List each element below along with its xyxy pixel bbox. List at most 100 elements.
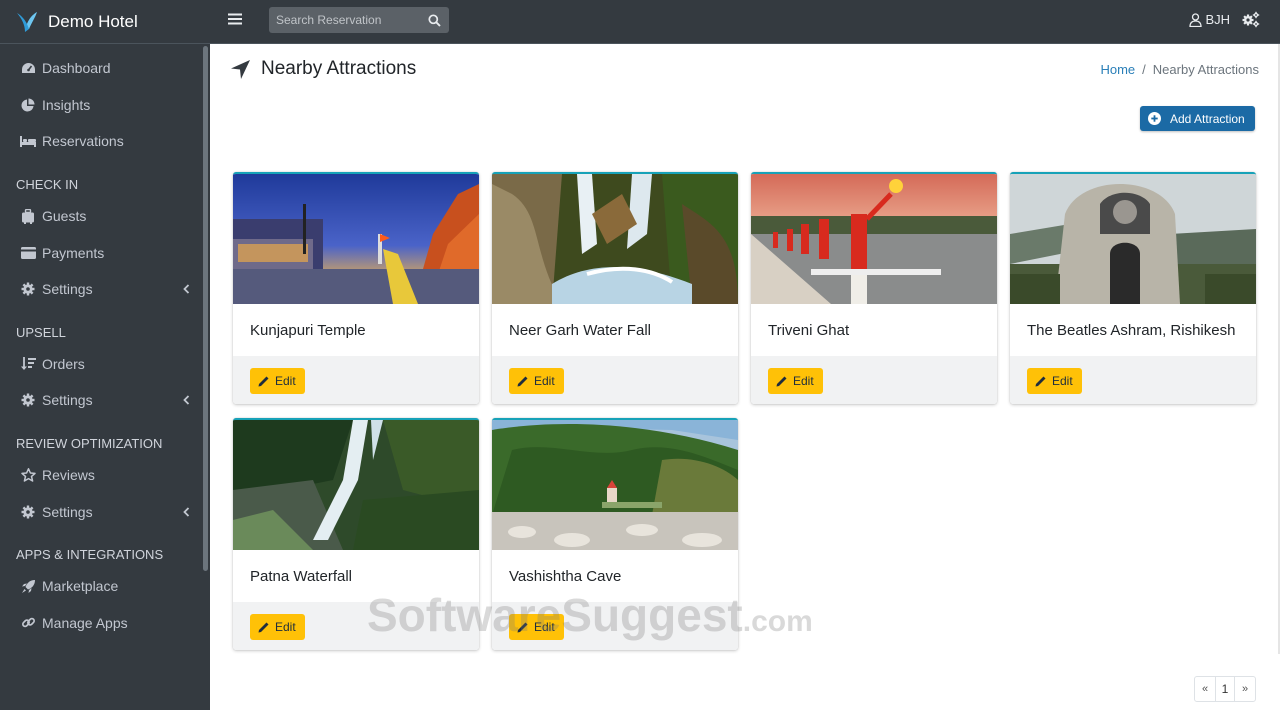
brand-logo-icon <box>17 11 37 32</box>
breadcrumb-home-link[interactable]: Home <box>1100 62 1135 77</box>
card-footer: Edit <box>233 602 479 650</box>
attraction-card: The Beatles Ashram, Rishikesh Edit <box>1010 172 1256 404</box>
sidebar-item-label: Reviews <box>42 467 95 484</box>
attraction-card: Vashishtha Cave Edit <box>492 418 738 650</box>
attraction-name: Neer Garh Water Fall <box>509 321 651 339</box>
gear-icon <box>20 504 36 520</box>
user-icon <box>1189 12 1203 27</box>
hamburger-menu-icon[interactable] <box>228 12 244 28</box>
nav-header-apps-integrations: APPS & INTEGRATIONS <box>16 547 164 563</box>
cogs-icon[interactable] <box>1241 11 1260 33</box>
pagination-prev[interactable]: « <box>1195 677 1215 701</box>
edit-button[interactable]: Edit <box>509 368 564 394</box>
plus-circle-icon <box>1148 112 1161 125</box>
edit-button[interactable]: Edit <box>509 614 564 640</box>
sidebar-item-label: Settings <box>42 392 93 409</box>
sidebar-nav: Dashboard Insights Reservations CHECK IN… <box>0 44 210 641</box>
sidebar-item-label: Settings <box>42 281 93 298</box>
attraction-image[interactable] <box>492 174 738 304</box>
card-footer: Edit <box>492 602 738 650</box>
sidebar-item-guests[interactable]: Guests <box>0 198 210 235</box>
sidebar-scrollbar[interactable] <box>203 46 208 571</box>
pagination-next[interactable]: » <box>1235 677 1255 701</box>
edit-button[interactable]: Edit <box>250 368 305 394</box>
attraction-card: Triveni Ghat Edit <box>751 172 997 404</box>
pencil-icon <box>258 376 269 387</box>
attraction-image[interactable] <box>1010 174 1256 304</box>
sidebar-item-insights[interactable]: Insights <box>0 87 210 124</box>
top-navbar: BJH <box>210 0 1280 44</box>
card-footer: Edit <box>751 356 997 404</box>
sidebar-item-reviews[interactable]: Reviews <box>0 457 210 494</box>
sidebar-item-manage-apps[interactable]: Manage Apps <box>0 605 210 642</box>
sidebar-item-label: Payments <box>42 244 105 261</box>
attraction-name: The Beatles Ashram, Rishikesh <box>1027 321 1236 339</box>
card-footer: Edit <box>492 356 738 404</box>
pagination: « 1 » <box>1194 676 1256 702</box>
add-attraction-button[interactable]: Add Attraction <box>1140 106 1255 131</box>
attraction-image[interactable] <box>233 420 479 550</box>
suitcase-icon <box>20 208 36 224</box>
brand[interactable]: Demo Hotel <box>0 0 210 44</box>
pencil-icon <box>258 622 269 633</box>
sidebar-item-label: Settings <box>42 503 93 520</box>
search-box <box>269 7 449 33</box>
sidebar-item-label: Orders <box>42 355 85 372</box>
search-input[interactable] <box>269 13 421 27</box>
sidebar-item-upsell-settings[interactable]: Settings <box>0 382 210 419</box>
user-menu[interactable]: BJH <box>1189 12 1230 27</box>
user-name: BJH <box>1205 12 1230 27</box>
main-content: Nearby Attractions Home / Nearby Attract… <box>210 44 1280 710</box>
attraction-name: Vashishtha Cave <box>509 567 622 585</box>
pencil-icon <box>517 376 528 387</box>
sidebar-item-label: Reservations <box>42 133 124 150</box>
edit-button[interactable]: Edit <box>1027 368 1082 394</box>
tachometer-icon <box>20 60 36 76</box>
gear-icon <box>20 281 36 297</box>
bed-icon <box>20 133 36 149</box>
chevron-left-icon <box>183 281 190 297</box>
sidebar-item-payments[interactable]: Payments <box>0 234 210 271</box>
attraction-name: Patna Waterfall <box>250 567 352 585</box>
attraction-name: Triveni Ghat <box>768 321 850 339</box>
rocket-icon <box>20 578 36 594</box>
sidebar-item-label: Guests <box>42 208 87 225</box>
edit-label: Edit <box>1052 374 1073 388</box>
brand-name: Demo Hotel <box>48 11 138 31</box>
sidebar-item-label: Marketplace <box>42 578 119 595</box>
credit-card-icon <box>20 245 36 261</box>
sidebar-item-orders[interactable]: Orders <box>0 346 210 383</box>
pencil-icon <box>1035 376 1046 387</box>
edit-label: Edit <box>534 374 555 388</box>
attraction-name: Kunjapuri Temple <box>250 321 366 339</box>
sort-icon <box>20 356 36 372</box>
edit-button[interactable]: Edit <box>768 368 823 394</box>
sidebar-item-marketplace[interactable]: Marketplace <box>0 568 210 605</box>
pagination-page[interactable]: 1 <box>1215 677 1235 701</box>
sidebar-item-dashboard[interactable]: Dashboard <box>0 50 210 87</box>
nav-header-upsell: UPSELL <box>16 325 66 341</box>
attraction-image[interactable] <box>233 174 479 304</box>
edit-button[interactable]: Edit <box>250 614 305 640</box>
breadcrumb-current: Nearby Attractions <box>1152 62 1259 77</box>
add-attraction-label: Add Attraction <box>1170 111 1245 126</box>
attraction-image[interactable] <box>751 174 997 304</box>
search-icon[interactable] <box>421 7 447 33</box>
link-icon <box>20 615 36 631</box>
card-footer: Edit <box>233 356 479 404</box>
pie-chart-icon <box>20 97 36 113</box>
breadcrumb-separator: / <box>1142 62 1146 77</box>
sidebar: Demo Hotel Dashboard Insights Reservatio… <box>0 0 210 710</box>
sidebar-item-label: Manage Apps <box>42 614 128 631</box>
page-header: Nearby Attractions <box>230 58 416 80</box>
page-title: Nearby Attractions <box>261 58 417 79</box>
sidebar-item-review-settings[interactable]: Settings <box>0 493 210 530</box>
sidebar-item-reservations[interactable]: Reservations <box>0 123 210 160</box>
sidebar-item-checkin-settings[interactable]: Settings <box>0 271 210 308</box>
attraction-image[interactable] <box>492 420 738 550</box>
nav-header-review-optimization: REVIEW OPTIMIZATION <box>16 436 163 452</box>
breadcrumb: Home / Nearby Attractions <box>1100 62 1259 77</box>
card-footer: Edit <box>1010 356 1256 404</box>
attraction-card: Kunjapuri Temple Edit <box>233 172 479 404</box>
sidebar-item-label: Insights <box>42 96 91 113</box>
